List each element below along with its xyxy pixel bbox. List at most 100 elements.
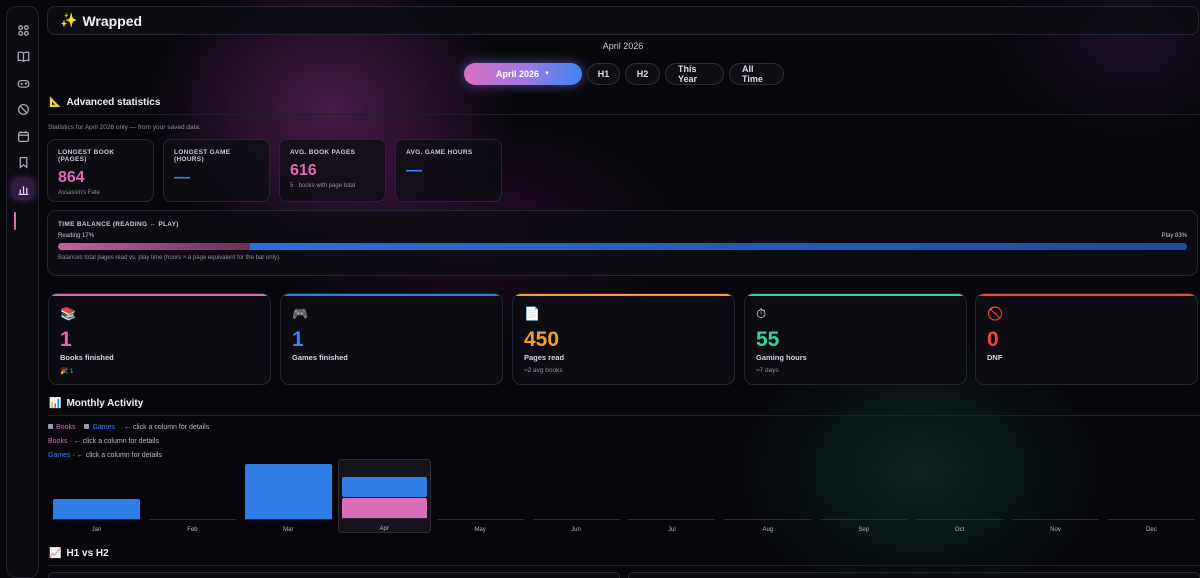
month-column-oct[interactable]: Oct	[913, 459, 1006, 533]
column-baseline	[244, 519, 332, 520]
column-bars	[532, 459, 620, 520]
legend-games[interactable]: Games	[84, 424, 115, 431]
reading-fill	[58, 243, 250, 250]
column-bars	[244, 459, 332, 520]
summary-label: Games finished	[292, 353, 348, 362]
summary-value: 0	[987, 328, 999, 351]
summary-label: Pages read	[524, 353, 565, 362]
month-label: Jul	[668, 527, 676, 533]
column-baseline	[1012, 519, 1099, 520]
month-label: Apr	[379, 526, 389, 532]
month-label: Nov	[1050, 527, 1061, 533]
h1-vs-h2-heading: 📈 H1 vs H2	[49, 548, 109, 559]
balance-bar	[58, 243, 1187, 250]
divider	[47, 415, 1200, 416]
games-hint-name: Games	[48, 452, 71, 459]
column-bars	[53, 459, 140, 520]
column-bars	[148, 459, 236, 520]
stat-value: —	[174, 169, 190, 186]
chart-legend: Books Games ← click a column for details	[48, 424, 209, 431]
active-indicator	[14, 212, 16, 230]
month-column-apr[interactable]: Apr	[337, 459, 431, 533]
stopwatch-icon: ⏱	[756, 306, 767, 321]
tab-label: April 2026	[496, 69, 540, 79]
column-baseline	[341, 518, 427, 519]
tab-h2[interactable]: H2	[625, 63, 660, 85]
stat-card-avg-game-hours: AVG. GAME HOURS —	[395, 139, 502, 202]
month-label: Jun	[571, 527, 581, 533]
month-column-dec[interactable]: Dec	[1105, 459, 1198, 533]
month-column-may[interactable]: May	[434, 459, 527, 533]
monthly-activity-chart: Jan Feb Mar Apr May Jun Jul Aug Sep Oct Nov Dec	[47, 459, 1200, 533]
column-baseline	[436, 519, 524, 520]
tab-april-2026[interactable]: April 2026 ▼	[464, 63, 582, 85]
month-column-jun[interactable]: Jun	[530, 459, 623, 533]
month-column-mar[interactable]: Mar	[242, 459, 335, 533]
nav-bookmark-icon[interactable]	[12, 151, 34, 173]
gamepad-icon: 🎮	[292, 306, 309, 321]
divider	[47, 565, 1200, 566]
bar-games[interactable]	[341, 476, 427, 498]
month-label: Jan	[91, 527, 102, 533]
summary-value: 1	[292, 328, 304, 351]
summary-label: Books finished	[60, 353, 114, 362]
sidebar	[6, 6, 39, 578]
prohibited-icon: 🚫	[987, 306, 1004, 321]
tab-h1[interactable]: H1	[587, 63, 620, 85]
h1-card	[48, 572, 620, 578]
section-title: H1 vs H2	[66, 548, 109, 559]
stat-value: 616	[290, 162, 317, 179]
bar-games[interactable]	[244, 464, 332, 520]
period-tabs: April 2026 ▼ H1 H2 This Year All Time	[464, 63, 784, 85]
column-baseline	[53, 519, 140, 520]
nav-dnf-icon[interactable]	[12, 98, 34, 120]
stat-label: LONGEST GAME (HOURS)	[174, 149, 231, 163]
month-column-sep[interactable]: Sep	[817, 459, 910, 533]
stat-sub: Assassin's Fate	[58, 190, 100, 196]
nav-calendar-icon[interactable]	[12, 125, 34, 147]
column-baseline	[820, 519, 908, 520]
summary-card-books-finished: 📚 1 Books finished 🎉 1	[48, 293, 271, 385]
column-baseline	[1107, 519, 1195, 520]
month-column-nov[interactable]: Nov	[1009, 459, 1102, 533]
summary-label: DNF	[987, 353, 1003, 362]
legend-books[interactable]: Books	[48, 424, 75, 431]
ruler-icon: 📐	[49, 97, 62, 108]
tab-this-year[interactable]: This Year	[665, 63, 724, 85]
column-bars	[1107, 459, 1195, 520]
h2-card	[628, 572, 1200, 578]
month-column-feb[interactable]: Feb	[146, 459, 239, 533]
column-bars	[341, 460, 427, 519]
column-bars	[724, 459, 812, 520]
nav-books-icon[interactable]	[12, 45, 34, 67]
nav-games-icon[interactable]	[12, 72, 34, 94]
bar-games[interactable]	[53, 499, 140, 520]
summary-sub: ≈7 days	[756, 367, 779, 374]
summary-value: 1	[60, 328, 72, 351]
summary-card-gaming-hours: ⏱ 55 Gaming hours ≈7 days	[744, 293, 967, 385]
column-baseline	[628, 519, 716, 520]
column-bars	[1012, 459, 1099, 520]
column-baseline	[532, 519, 620, 520]
nav-stats-icon[interactable]	[12, 178, 34, 200]
column-baseline	[148, 519, 236, 520]
card-accent	[745, 294, 966, 296]
summary-sub: ≈2 avg books	[524, 367, 563, 374]
tab-all-time[interactable]: All Time	[729, 63, 784, 85]
summary-label: Gaming hours	[756, 353, 807, 362]
summary-value: 450	[524, 328, 560, 351]
card-accent	[976, 294, 1197, 296]
card-accent	[281, 294, 502, 296]
month-column-jan[interactable]: Jan	[50, 459, 143, 533]
month-column-aug[interactable]: Aug	[721, 459, 814, 533]
card-accent	[513, 294, 734, 296]
legend-swatch	[48, 424, 53, 429]
bar-books[interactable]	[341, 498, 427, 519]
summary-card-pages-read: 📄 450 Pages read ≈2 avg books	[512, 293, 735, 385]
month-label: May	[474, 527, 486, 533]
balance-note: Balances total pages read vs. play time …	[58, 255, 281, 261]
stat-label: AVG. GAME HOURS	[406, 149, 473, 156]
month-column-jul[interactable]: Jul	[625, 459, 718, 533]
nav-dashboard-icon[interactable]	[12, 19, 34, 41]
month-label: Oct	[954, 527, 965, 533]
